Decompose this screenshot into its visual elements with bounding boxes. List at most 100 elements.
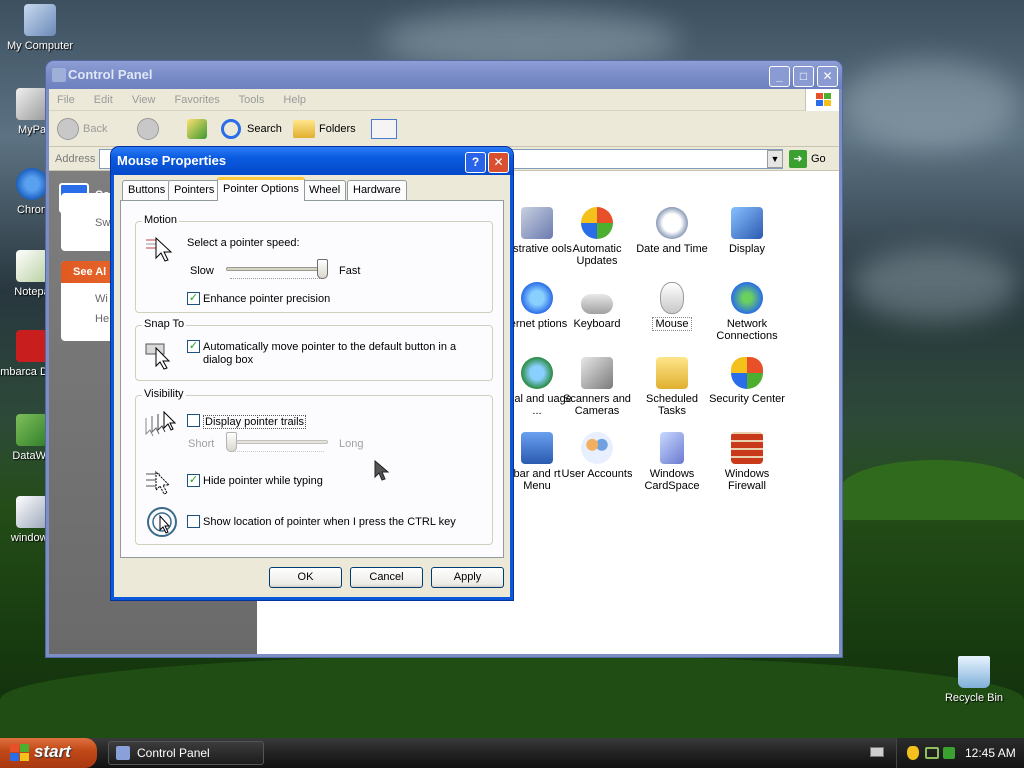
pointer-trails-checkbox[interactable] — [187, 414, 200, 427]
cp-item-mouse[interactable]: Mouse — [634, 282, 710, 331]
show-location-checkbox[interactable] — [187, 515, 200, 528]
back-icon[interactable] — [57, 118, 79, 140]
clock[interactable]: 12:45 AM — [965, 746, 1016, 760]
menu-favorites[interactable]: Favorites — [175, 94, 220, 106]
hide-pointer-icon — [144, 466, 176, 498]
windows-update-link[interactable]: Wi — [95, 293, 108, 305]
cp-item-date-and-time[interactable]: Date and Time — [634, 207, 710, 255]
cp-item-security-center[interactable]: Security Center — [709, 357, 785, 405]
desktop-icon-label: My Computer — [6, 40, 74, 52]
snap-to-checkbox[interactable]: ✓ — [187, 340, 200, 353]
tab-label: Pointers — [174, 184, 215, 196]
cp-item-scanners-cameras[interactable]: Scanners and Cameras — [559, 357, 635, 417]
menu-edit[interactable]: Edit — [94, 94, 113, 106]
pointer-trails-track[interactable] — [226, 440, 328, 444]
pointer-speed-track[interactable] — [226, 267, 328, 271]
snap-to-group-label: Snap To — [142, 318, 187, 330]
computer-icon — [24, 4, 56, 36]
menu-tools[interactable]: Tools — [239, 94, 265, 106]
control-panel-icon — [116, 746, 130, 760]
enhance-precision-checkbox[interactable]: ✓ — [187, 292, 200, 305]
desktop-icon-recycle-bin[interactable]: Recycle Bin — [934, 656, 1014, 704]
pointer-trails-label: Display pointer trails — [203, 415, 307, 429]
desktop-icon-my-computer[interactable]: My Computer — [0, 4, 80, 52]
menu-help[interactable]: Help — [283, 94, 306, 106]
tab-buttons[interactable]: Buttons — [122, 180, 172, 200]
hill — [0, 655, 1024, 745]
cp-item-label: Scanners and Cameras — [563, 393, 631, 417]
update-icon[interactable] — [943, 747, 955, 759]
shortcut-icon — [16, 414, 48, 446]
tab-label: Hardware — [353, 184, 401, 196]
up-folder-icon[interactable] — [187, 119, 207, 139]
help-button[interactable]: ? — [465, 152, 486, 173]
snap-to-label: Automatically move pointer to the defaul… — [203, 341, 457, 366]
hill — [840, 460, 1024, 520]
sky-cloud — [840, 60, 1020, 150]
hide-pointer-checkbox[interactable]: ✓ — [187, 474, 200, 487]
document-icon — [16, 496, 48, 528]
menu-view[interactable]: View — [132, 94, 156, 106]
ok-button[interactable]: OK — [269, 567, 342, 588]
tab-pointer-options[interactable]: Pointer Options — [217, 177, 305, 201]
cp-item-windows-cardspace[interactable]: Windows CardSpace — [634, 432, 710, 492]
hide-pointer-label: Hide pointer while typing — [203, 475, 323, 487]
views-icon[interactable] — [371, 119, 397, 139]
search-button[interactable]: Search — [247, 123, 282, 135]
go-button[interactable]: Go — [811, 153, 826, 165]
control-panel-titlebar[interactable]: Control Panel — [46, 61, 842, 89]
tab-pointers[interactable]: Pointers — [168, 180, 221, 200]
help-link[interactable]: He — [95, 313, 109, 325]
tab-wheel[interactable]: Wheel — [303, 180, 347, 200]
pointer-speed-slider[interactable] — [317, 259, 328, 279]
snap-to-icon — [144, 338, 176, 370]
cp-item-display[interactable]: Display — [709, 207, 785, 255]
pointer-trails-icon — [144, 408, 177, 440]
cp-item-scheduled-tasks[interactable]: Scheduled Tasks — [634, 357, 710, 417]
cp-item-label: Network Connections — [716, 318, 778, 342]
recycle-bin-icon — [958, 656, 990, 688]
dialog-titlebar[interactable]: Mouse Properties — [111, 147, 513, 175]
cp-item-windows-firewall[interactable]: Windows Firewall — [709, 432, 785, 492]
cancel-button[interactable]: Cancel — [350, 567, 423, 588]
shield-icon — [731, 357, 763, 389]
cardspace-icon — [660, 432, 684, 464]
minimize-button[interactable]: _ — [769, 66, 790, 87]
network-icon — [731, 282, 763, 314]
mouse-cursor — [374, 459, 390, 485]
motion-group: Motion Select a pointer speed: Slow Fast… — [135, 214, 493, 313]
cp-item-label: Mouse — [652, 317, 692, 331]
snap-to-group: Snap To ✓ Automatically move pointer to … — [135, 318, 493, 381]
cp-item-label: Windows CardSpace — [644, 468, 700, 492]
desktop-icon-label: MyPa — [17, 124, 47, 136]
apply-button[interactable]: Apply — [431, 567, 504, 588]
cp-item-network-connections[interactable]: Network Connections — [709, 282, 785, 342]
mouse-properties-dialog: Mouse Properties ? ✕ Buttons Pointers Po… — [111, 147, 513, 600]
tab-hardware[interactable]: Hardware — [347, 180, 407, 200]
cp-item-label: Windows Firewall — [724, 468, 770, 492]
pointer-trails-slider[interactable] — [226, 432, 237, 452]
cp-item-label: Display — [728, 243, 766, 255]
show-location-label: Show location of pointer when I press th… — [203, 516, 456, 528]
network-icon[interactable] — [925, 747, 939, 759]
notepad-icon — [16, 250, 48, 282]
go-arrow-icon[interactable]: ➜ — [789, 150, 807, 168]
address-dropdown-icon[interactable]: ▼ — [767, 150, 783, 168]
cp-item-user-accounts[interactable]: User Accounts — [559, 432, 635, 480]
menu-file[interactable]: File — [57, 94, 75, 106]
keyboard-icon[interactable] — [870, 747, 884, 757]
dialog-close-button[interactable]: ✕ — [488, 152, 509, 173]
switch-view-link[interactable]: Sw — [95, 217, 110, 229]
cp-item-automatic-updates[interactable]: Automatic Updates — [559, 207, 635, 267]
maximize-button[interactable]: □ — [793, 66, 814, 87]
forward-icon[interactable] — [137, 118, 159, 140]
cp-item-keyboard[interactable]: Keyboard — [559, 282, 635, 330]
taskbar-control-panel[interactable]: Control Panel — [108, 741, 264, 765]
menu-bar: File Edit View Favorites Tools Help — [49, 89, 839, 111]
pointer-trails-ticks — [230, 451, 324, 455]
close-button[interactable]: ✕ — [817, 66, 838, 87]
folders-button[interactable]: Folders — [319, 123, 356, 135]
pointer-speed-label: Select a pointer speed: — [187, 237, 300, 249]
security-shield-icon[interactable] — [907, 746, 919, 760]
back-button[interactable]: Back — [83, 123, 107, 135]
